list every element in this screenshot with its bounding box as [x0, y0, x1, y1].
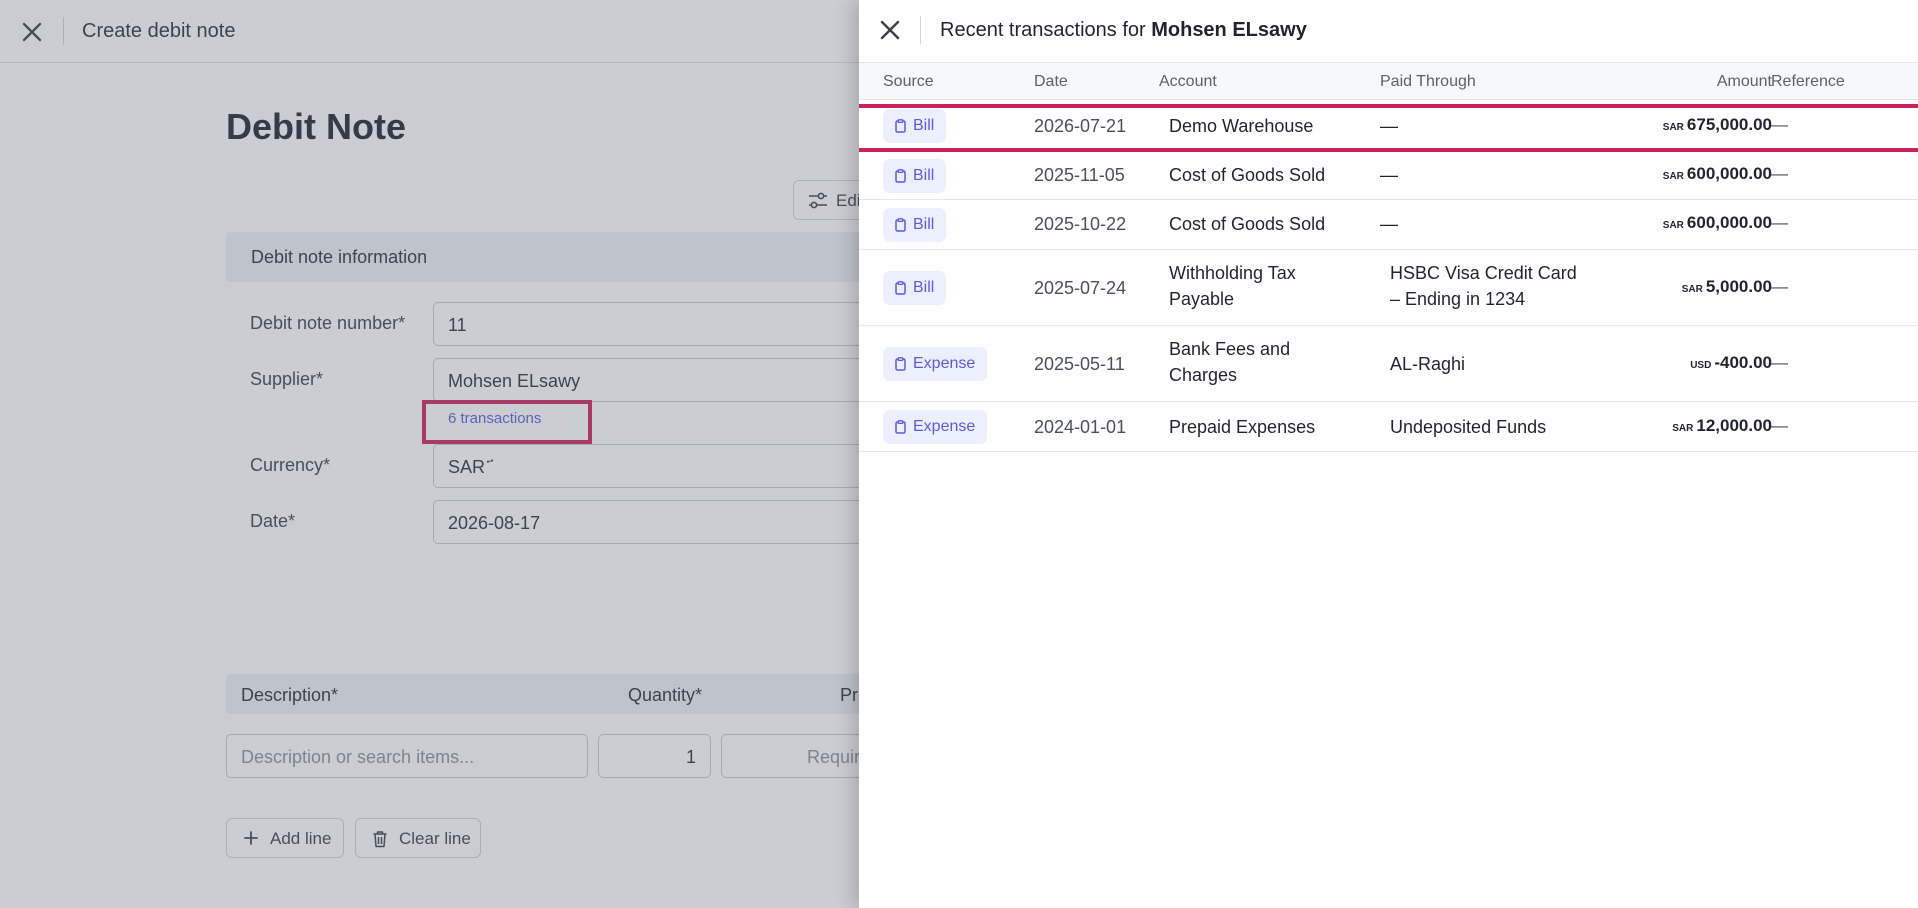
row-date: 2025-07-24 [1034, 278, 1127, 298]
row-amount: SAR 600,000.00 [1662, 164, 1772, 183]
col-source: Source [883, 73, 934, 90]
table-row[interactable]: Bill 2025-10-22 Cost of Goods Sold — SAR… [859, 200, 1918, 250]
col-reference: Reference [1771, 73, 1845, 90]
clipboard-icon [895, 420, 906, 434]
table-row[interactable]: Expense 2025-05-11 Bank Fees and Charges… [859, 326, 1918, 402]
row-paid-through: — [1380, 165, 1398, 185]
currency-code: SAR [1672, 423, 1694, 434]
table-row[interactable]: Bill 2025-11-05 Cost of Goods Sold — SAR… [859, 151, 1918, 200]
drawer-title-prefix: Recent transactions for [940, 19, 1146, 41]
row-amount: SAR 5,000.00 [1681, 277, 1772, 296]
selected-row-highlight [859, 104, 1918, 152]
currency-code: USD [1690, 360, 1712, 371]
row-amount: SAR 600,000.00 [1662, 213, 1772, 232]
source-badge[interactable]: Expense [883, 347, 988, 381]
modal-backdrop[interactable] [0, 0, 859, 908]
row-account: Cost of Goods Sold [1169, 214, 1326, 234]
row-date: 2024-01-01 [1034, 417, 1127, 437]
row-account: Cost of Goods Sold [1169, 165, 1326, 185]
col-date: Date [1034, 73, 1068, 90]
source-badge[interactable]: Bill [883, 208, 947, 242]
currency-code: SAR [1662, 220, 1684, 231]
table-header: Source Date Account Paid Through Amount … [859, 62, 1918, 100]
row-reference: — [1771, 213, 1788, 232]
currency-code: SAR [1662, 171, 1684, 182]
row-paid-through: HSBC Visa Credit Card – Ending in 1234 [1390, 263, 1577, 309]
row-paid-through: Undeposited Funds [1390, 417, 1547, 437]
row-amount: SAR 12,000.00 [1672, 416, 1772, 435]
col-paid-through: Paid Through [1380, 73, 1476, 90]
col-account: Account [1159, 73, 1217, 90]
row-date: 2025-11-05 [1034, 165, 1125, 185]
row-paid-through: AL-Raghi [1390, 354, 1466, 374]
row-reference: — [1771, 416, 1788, 435]
drawer-title-supplier: Mohsen ELsawy [1151, 19, 1307, 41]
col-amount: Amount [1716, 73, 1772, 90]
clipboard-icon [895, 218, 906, 232]
table-row[interactable]: Expense 2024-01-01 Prepaid Expenses Unde… [859, 402, 1918, 452]
row-reference: — [1771, 277, 1788, 296]
clipboard-icon [895, 281, 906, 295]
clipboard-icon [895, 357, 906, 371]
source-badge[interactable]: Bill [883, 271, 947, 305]
table-row[interactable]: Bill 2025-07-24 Withholding Tax Payable … [859, 250, 1918, 326]
row-account: Bank Fees and Charges [1169, 339, 1291, 385]
source-badge[interactable]: Bill [883, 159, 947, 193]
row-reference: — [1771, 353, 1788, 372]
source-badge[interactable]: Expense [883, 410, 988, 444]
row-reference: — [1771, 164, 1788, 183]
close-icon[interactable] [876, 16, 904, 44]
row-account: Prepaid Expenses [1169, 417, 1316, 437]
row-date: 2025-05-11 [1034, 354, 1125, 374]
divider [920, 16, 921, 44]
recent-transactions-drawer: Recent transactions for Mohsen ELsawy So… [859, 0, 1918, 908]
row-account: Withholding Tax Payable [1169, 263, 1296, 309]
row-paid-through: — [1380, 214, 1398, 234]
clipboard-icon [895, 169, 906, 183]
row-amount: USD -400.00 [1690, 353, 1772, 372]
row-date: 2025-10-22 [1034, 214, 1127, 234]
currency-code: SAR [1681, 284, 1703, 295]
drawer-title: Recent transactions for Mohsen ELsawy [940, 19, 1307, 42]
